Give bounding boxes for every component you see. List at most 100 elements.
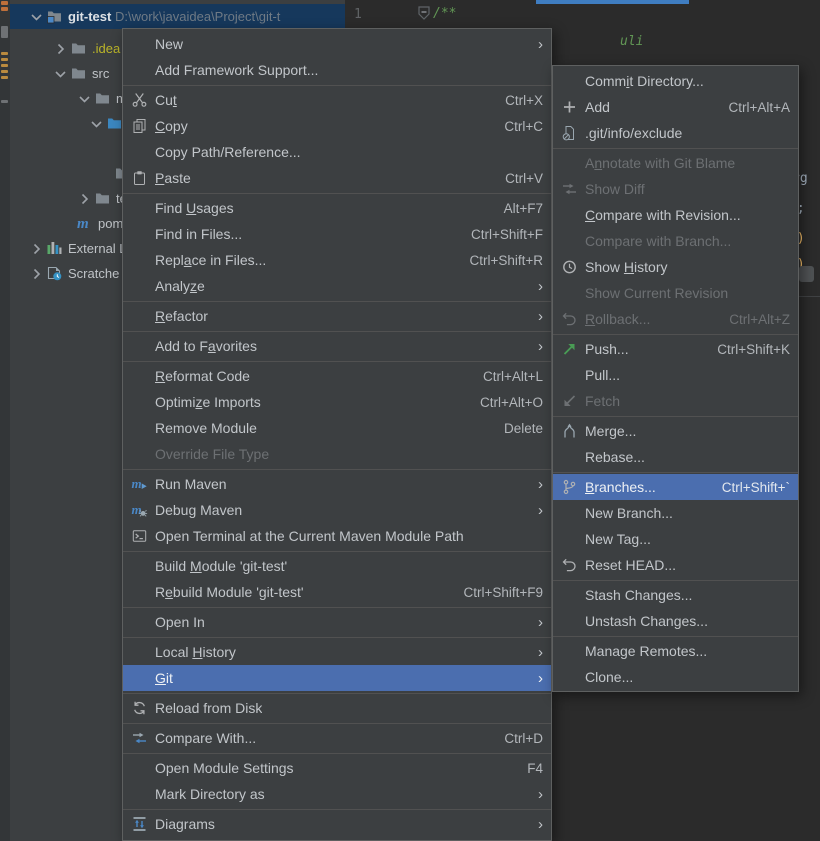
menu-item-label: Run Maven [155,476,227,492]
menu-item-new-branch[interactable]: New Branch... [553,500,798,526]
submenu-arrow-icon: › [530,37,543,52]
menu-item-label: Replace in Files... [155,252,266,268]
menu-item-diagrams[interactable]: Diagrams› [123,811,551,837]
editor-code-line1: /** [433,6,456,21]
menu-item-label: New [155,36,183,52]
stripe-mark [1,70,8,73]
menu-item-reset-head[interactable]: Reset HEAD... [553,552,798,578]
undo-icon [559,311,579,327]
editor-scrollbar-thumb[interactable] [799,266,814,282]
icon-placeholder [559,207,579,223]
menu-item-copy[interactable]: CopyCtrl+C [123,113,551,139]
menu-item-local-history[interactable]: Local History› [123,639,551,665]
menu-item-cut[interactable]: CutCtrl+X [123,87,551,113]
menu-item-paste[interactable]: PasteCtrl+V [123,165,551,191]
folder-icon [94,90,111,107]
menu-item-git-info-exclude[interactable]: .git/info/exclude [553,120,798,146]
menu-item-label: Add [585,99,610,115]
menu-item-shortcut: Ctrl+D [484,731,543,746]
menu-item-merge[interactable]: Merge... [553,418,798,444]
menu-item-label: .git/info/exclude [585,125,682,141]
icon-placeholder [559,613,579,629]
menu-item-add-framework-support[interactable]: Add Framework Support... [123,57,551,83]
menu-item-commit-directory[interactable]: Commit Directory... [553,68,798,94]
menu-item-run-maven[interactable]: mRun Maven› [123,471,551,497]
menu-item-mark-directory-as[interactable]: Mark Directory as› [123,781,551,807]
menu-item-add[interactable]: AddCtrl+Alt+A [553,94,798,120]
active-tab-indicator [536,0,689,4]
menu-item-build-module-git-test[interactable]: Build Module 'git-test' [123,553,551,579]
icon-placeholder [129,420,149,436]
menu-item-git[interactable]: Git› [123,665,551,691]
diff-icon [559,181,579,197]
menu-item-compare-with[interactable]: Compare With...Ctrl+D [123,725,551,751]
icon-placeholder [559,531,579,547]
menu-item-replace-in-files[interactable]: Replace in Files... Ctrl+Shift+R [123,247,551,273]
merge-icon [559,423,579,439]
menu-item-refactor[interactable]: Refactor › [123,303,551,329]
icon-placeholder [559,505,579,521]
menu-item-optimize-imports[interactable]: Optimize ImportsCtrl+Alt+O [123,389,551,415]
stripe-mark [1,76,8,79]
chevron-down-icon[interactable] [76,91,92,107]
svg-text:m: m [77,216,89,231]
menu-item-reload-from-disk[interactable]: Reload from Disk [123,695,551,721]
menu-item-branches[interactable]: Branches...Ctrl+Shift+` [553,474,798,500]
submenu-arrow-icon: › [530,279,543,294]
folder-icon [70,65,87,82]
chevron-right-icon[interactable] [28,266,44,282]
plus-icon [559,99,579,115]
chevron-right-icon[interactable] [52,41,68,57]
menu-item-label: Refactor [155,308,208,324]
menu-item-rollback: Rollback...Ctrl+Alt+Z [553,306,798,332]
fetch-icon [559,393,579,409]
chevron-down-icon[interactable] [52,66,68,82]
menu-item-clone[interactable]: Clone... [553,664,798,690]
menu-item-debug-maven[interactable]: mDebug Maven› [123,497,551,523]
menu-item-copy-path-reference[interactable]: Copy Path/Reference... [123,139,551,165]
menu-item-pull[interactable]: Pull... [553,362,798,388]
menu-item-label: Reload from Disk [155,700,262,716]
diagrams-icon [129,816,149,832]
chevron-right-icon[interactable] [76,191,92,207]
menu-item-open-in[interactable]: Open In› [123,609,551,635]
icon-placeholder [559,233,579,249]
menu-item-open-terminal-at-the-current-maven-module-path[interactable]: Open Terminal at the Current Maven Modul… [123,523,551,549]
menu-item-rebuild-module-git-test[interactable]: Rebuild Module 'git-test'Ctrl+Shift+F9 [123,579,551,605]
chevron-down-icon[interactable] [88,116,104,132]
menu-item-add-to-favorites[interactable]: Add to Favorites› [123,333,551,359]
icon-placeholder [559,669,579,685]
tree-row-git-test[interactable]: git-test D:\work\javaidea\Project\git-t [10,4,345,29]
chevron-right-icon[interactable] [28,241,44,257]
menu-item-compare-with-revision[interactable]: Compare with Revision... [553,202,798,228]
menu-item-reformat-code[interactable]: Reformat CodeCtrl+Alt+L [123,363,551,389]
menu-item-open-module-settings[interactable]: Open Module SettingsF4 [123,755,551,781]
menu-item-label: Remove Module [155,420,257,436]
submenu-arrow-icon: › [530,645,543,660]
menu-item-show-history[interactable]: Show History [553,254,798,280]
menu-item-push[interactable]: Push...Ctrl+Shift+K [553,336,798,362]
menu-item-analyze[interactable]: Analyze› [123,273,551,299]
menu-item-new-tag[interactable]: New Tag... [553,526,798,552]
menu-item-shortcut: Ctrl+Shift+R [449,253,543,268]
menu-item-label: Compare with Branch... [585,233,731,249]
menu-item-label: Compare with Revision... [585,207,741,223]
menu-item-label: Debug Maven [155,502,242,518]
project-path: D:\work\javaidea\Project\git-t [115,9,280,24]
menu-item-rebase[interactable]: Rebase... [553,444,798,470]
menu-item-unstash-changes[interactable]: Unstash Changes... [553,608,798,634]
fold-marker-icon[interactable] [417,6,431,21]
folder-icon [94,190,111,207]
menu-item-stash-changes[interactable]: Stash Changes... [553,582,798,608]
menu-item-find-usages[interactable]: Find UsagesAlt+F7 [123,195,551,221]
menu-item-label: Copy Path/Reference... [155,144,301,160]
svg-text:m: m [131,476,141,491]
tree-row-label: .idea [92,40,120,57]
menu-item-manage-remotes[interactable]: Manage Remotes... [553,638,798,664]
chevron-down-icon[interactable] [28,9,44,25]
menu-item-find-in-files[interactable]: Find in Files...Ctrl+Shift+F [123,221,551,247]
menu-item-new[interactable]: New › [123,31,551,57]
submenu-arrow-icon: › [530,309,543,324]
menu-item-remove-module[interactable]: Remove ModuleDelete [123,415,551,441]
menu-separator [123,723,551,724]
